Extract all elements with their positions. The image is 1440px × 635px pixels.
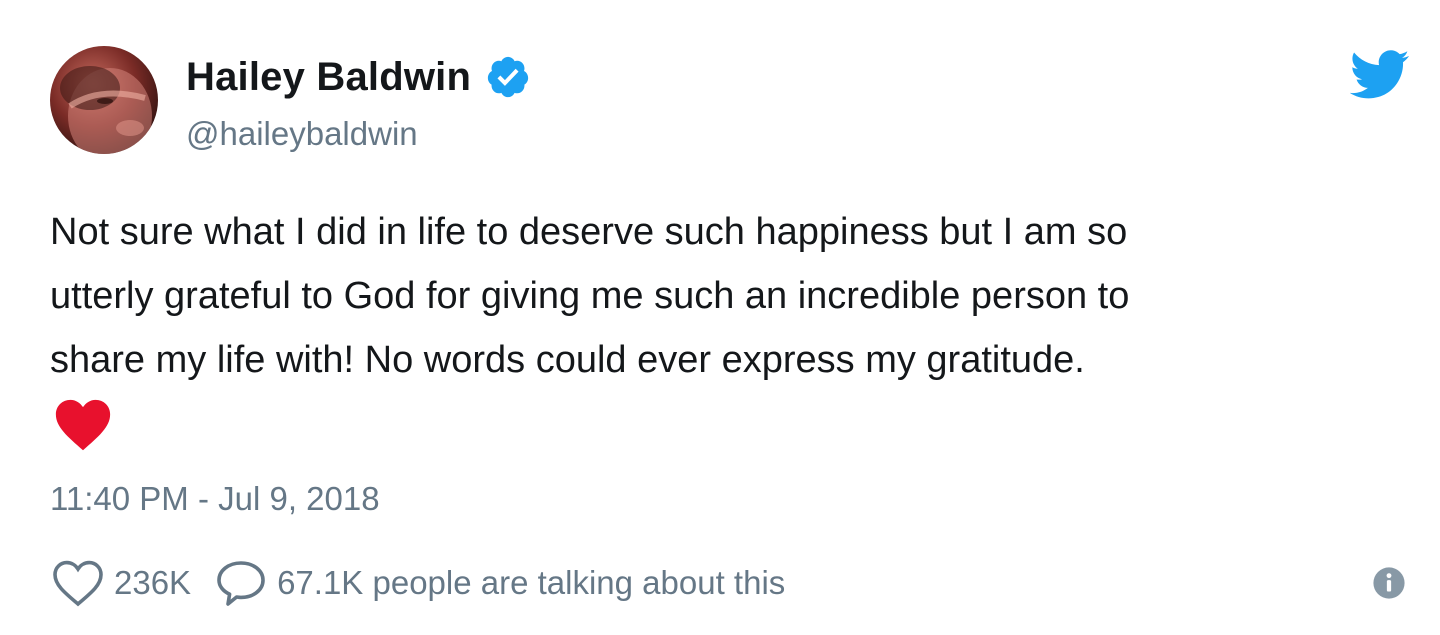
tweet-card: Hailey Baldwin @haileybaldwin Not sure w… <box>0 0 1440 635</box>
like-button[interactable]: 236K <box>50 557 213 609</box>
avatar[interactable] <box>50 46 158 154</box>
heart-outline-icon <box>50 557 106 609</box>
tweet-actions: 236K 67.1K people are talking about this <box>50 556 785 610</box>
speech-bubble-icon <box>213 557 269 609</box>
tweet-timestamp[interactable]: 11:40 PM - Jul 9, 2018 <box>50 474 380 524</box>
author-handle[interactable]: @haileybaldwin <box>186 112 418 156</box>
tweet-text: Not sure what I did in life to deserve s… <box>50 211 1130 381</box>
like-count: 236K <box>114 564 192 601</box>
conversation-button[interactable]: 67.1K people are talking about this <box>213 557 785 609</box>
display-name[interactable]: Hailey Baldwin <box>186 52 471 102</box>
talking-about-text: 67.1K people are talking about this <box>277 564 786 601</box>
heart-emoji <box>52 394 114 456</box>
twitter-logo-icon[interactable] <box>1349 50 1410 100</box>
author-name-row[interactable]: Hailey Baldwin <box>186 52 531 102</box>
verified-badge-icon <box>485 54 531 100</box>
info-icon[interactable] <box>1372 566 1406 600</box>
